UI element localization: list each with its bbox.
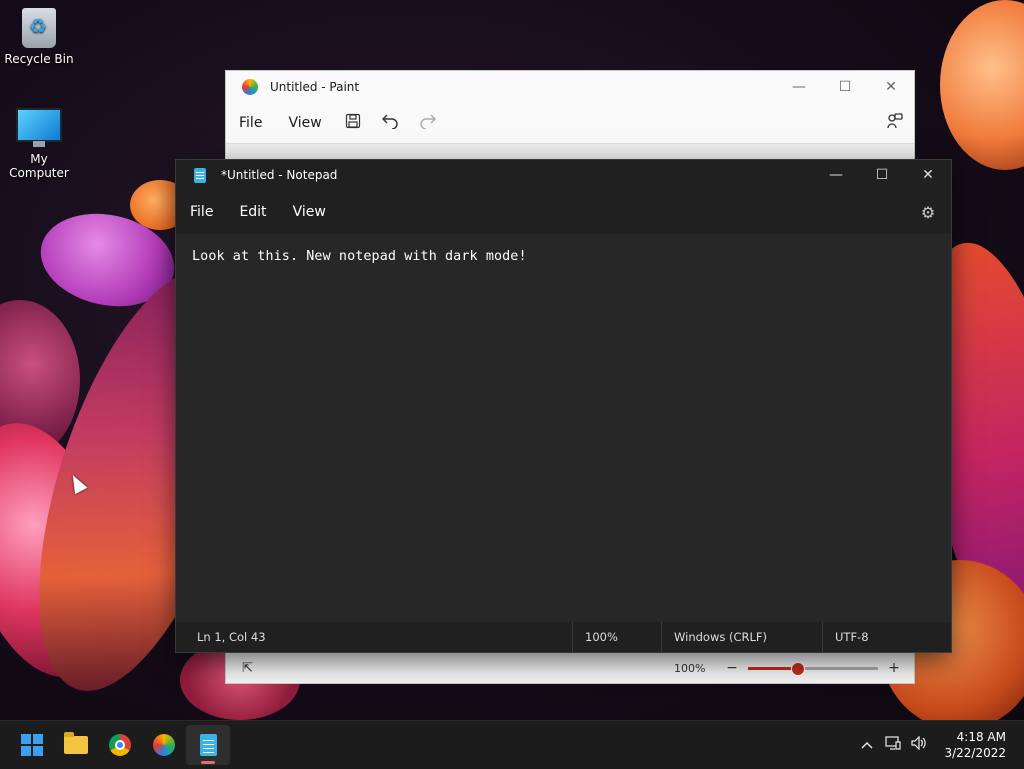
notepad-app-icon bbox=[194, 167, 206, 183]
zoom-slider-handle[interactable] bbox=[791, 661, 806, 676]
taskbar-notepad[interactable] bbox=[186, 725, 230, 765]
recycle-bin-icon bbox=[22, 8, 56, 48]
desktop-icon-my-computer[interactable]: My Computer bbox=[0, 108, 79, 180]
pointer-icon: ⇱ bbox=[242, 660, 253, 676]
system-tray: 4:18 AM 3/22/2022 bbox=[854, 729, 1024, 761]
menu-file[interactable]: File bbox=[176, 204, 226, 220]
save-icon[interactable] bbox=[335, 113, 371, 134]
minimize-button[interactable]: — bbox=[776, 79, 822, 95]
windows-logo-icon bbox=[21, 734, 43, 756]
notepad-menubar: File Edit View ⚙ bbox=[176, 190, 951, 234]
paint-icon bbox=[153, 734, 175, 756]
close-button[interactable]: ✕ bbox=[905, 167, 951, 183]
computer-icon bbox=[16, 108, 62, 147]
taskbar: 4:18 AM 3/22/2022 bbox=[0, 720, 1024, 769]
maximize-button[interactable]: ☐ bbox=[859, 167, 905, 183]
taskbar-chrome[interactable] bbox=[98, 725, 142, 765]
paint-menubar: File View bbox=[226, 103, 914, 143]
line-ending: Windows (CRLF) bbox=[661, 622, 822, 652]
notepad-title: *Untitled - Notepad bbox=[221, 168, 338, 182]
zoom-out-button[interactable]: − bbox=[720, 660, 744, 676]
zoom-level: 100% bbox=[572, 622, 661, 652]
notepad-icon bbox=[199, 734, 217, 756]
menu-view[interactable]: View bbox=[280, 204, 339, 220]
notepad-statusbar: Ln 1, Col 43 100% Windows (CRLF) UTF-8 bbox=[176, 622, 951, 652]
start-button[interactable] bbox=[10, 725, 54, 765]
settings-gear-icon[interactable]: ⚙ bbox=[905, 203, 951, 222]
paint-app-icon bbox=[242, 79, 258, 95]
network-icon[interactable] bbox=[880, 736, 906, 754]
cursor-position: Ln 1, Col 43 bbox=[197, 630, 266, 644]
notepad-window: *Untitled - Notepad — ☐ ✕ File Edit View… bbox=[175, 159, 952, 653]
share-icon[interactable] bbox=[876, 112, 914, 135]
show-hidden-icons-chevron-icon[interactable] bbox=[854, 737, 880, 753]
clock[interactable]: 4:18 AM 3/22/2022 bbox=[944, 729, 1006, 761]
close-button[interactable]: ✕ bbox=[868, 79, 914, 95]
menu-file[interactable]: File bbox=[226, 115, 275, 131]
notepad-titlebar[interactable]: *Untitled - Notepad — ☐ ✕ bbox=[176, 160, 951, 190]
redo-icon[interactable] bbox=[409, 113, 447, 134]
paint-title: Untitled - Paint bbox=[270, 80, 360, 94]
wallpaper-shape bbox=[940, 0, 1024, 170]
desktop-icon-recycle-bin[interactable]: Recycle Bin bbox=[0, 8, 79, 66]
desktop-icon-label: My Computer bbox=[9, 152, 69, 180]
undo-icon[interactable] bbox=[371, 113, 409, 134]
clock-time: 4:18 AM bbox=[956, 730, 1006, 744]
folder-icon bbox=[64, 732, 88, 754]
paint-zoom-value: 100% bbox=[674, 661, 706, 675]
desktop-icon-label: Recycle Bin bbox=[4, 52, 74, 66]
editor-content: Look at this. New notepad with dark mode… bbox=[192, 249, 527, 264]
paint-titlebar[interactable]: Untitled - Paint — ☐ ✕ bbox=[226, 71, 914, 103]
taskbar-file-explorer[interactable] bbox=[54, 725, 98, 765]
volume-icon[interactable] bbox=[906, 735, 932, 754]
menu-view[interactable]: View bbox=[275, 115, 334, 131]
maximize-button[interactable]: ☐ bbox=[822, 79, 868, 95]
minimize-button[interactable]: — bbox=[813, 167, 859, 183]
chrome-icon bbox=[109, 734, 131, 756]
clock-date: 3/22/2022 bbox=[944, 746, 1006, 760]
text-editor-area[interactable]: Look at this. New notepad with dark mode… bbox=[176, 234, 951, 620]
zoom-in-button[interactable]: + bbox=[882, 660, 906, 676]
menu-edit[interactable]: Edit bbox=[226, 204, 279, 220]
zoom-slider[interactable] bbox=[748, 661, 878, 676]
paint-statusbar: ⇱ 100% − + bbox=[226, 653, 914, 683]
encoding: UTF-8 bbox=[822, 622, 951, 652]
taskbar-paint[interactable] bbox=[142, 725, 186, 765]
